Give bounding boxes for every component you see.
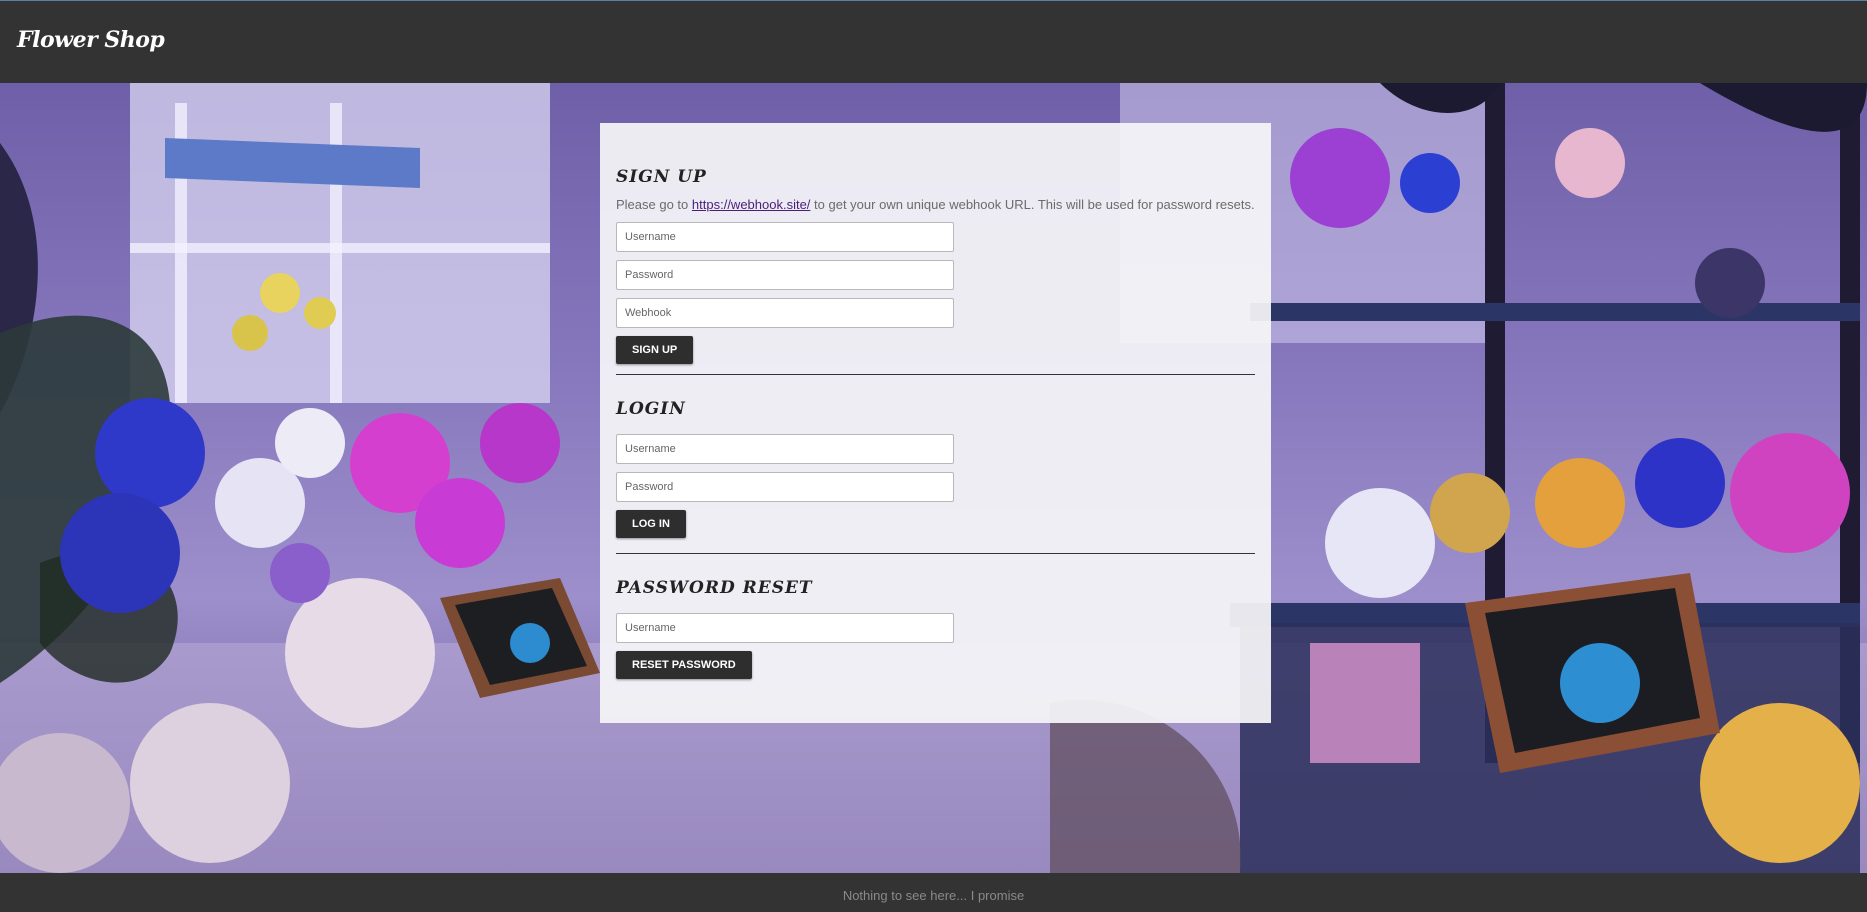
- reset-password-button[interactable]: RESET PASSWORD: [616, 651, 752, 679]
- signup-help-text: Please go to https://webhook.site/ to ge…: [616, 196, 1255, 214]
- footer: Nothing to see here... I promise: [0, 873, 1867, 912]
- signup-title: SIGN UP: [616, 167, 707, 187]
- webhook-site-link[interactable]: https://webhook.site/: [692, 197, 811, 212]
- password-reset-title: PASSWORD RESET: [616, 578, 813, 598]
- brand-logo[interactable]: Flower Shop: [17, 27, 165, 53]
- hero-background: SIGN UP Please go to https://webhook.sit…: [0, 83, 1867, 873]
- navbar: Flower Shop: [0, 0, 1867, 83]
- login-password-input[interactable]: [616, 472, 954, 502]
- signup-help-prefix: Please go to: [616, 197, 689, 212]
- signup-button[interactable]: SIGN UP: [616, 336, 694, 364]
- signup-username-input[interactable]: [616, 222, 954, 252]
- signup-help-suffix: to get your own unique webhook URL. This…: [814, 197, 1255, 212]
- signup-webhook-input[interactable]: [616, 298, 954, 328]
- reset-username-input[interactable]: [616, 613, 954, 643]
- login-title: LOGIN: [616, 399, 686, 419]
- login-username-input[interactable]: [616, 434, 954, 464]
- signup-password-input[interactable]: [616, 260, 954, 290]
- footer-text: Nothing to see here... I promise: [842, 888, 1025, 903]
- auth-panel: SIGN UP Please go to https://webhook.sit…: [600, 123, 1271, 723]
- login-button[interactable]: LOG IN: [616, 510, 686, 538]
